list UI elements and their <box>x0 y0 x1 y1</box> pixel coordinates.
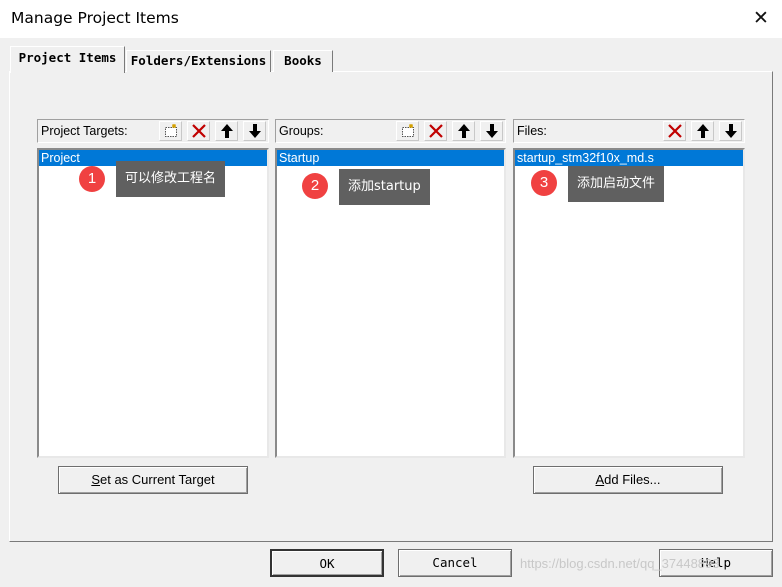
move-up-icon[interactable] <box>691 121 714 141</box>
annotation-badge: 3 <box>531 170 557 196</box>
set-target-accel: S <box>91 472 100 487</box>
set-as-current-target-button[interactable]: Set as Current Target <box>58 466 248 494</box>
delete-icon[interactable] <box>663 121 686 141</box>
tab-project-items[interactable]: Project Items <box>10 46 125 73</box>
add-files-label: dd Files... <box>604 472 661 487</box>
ok-button[interactable]: OK <box>270 549 384 577</box>
tab-folders-extensions[interactable]: Folders/Extensions <box>126 50 271 72</box>
list-item[interactable]: startup_stm32f10x_md.s <box>515 150 743 166</box>
move-down-icon[interactable] <box>480 121 503 141</box>
new-icon[interactable] <box>396 121 419 141</box>
add-files-accel: A <box>595 472 605 487</box>
cancel-button[interactable]: Cancel <box>398 549 512 577</box>
move-down-icon[interactable] <box>243 121 266 141</box>
targets-header: Project Targets: <box>37 119 269 143</box>
new-icon[interactable] <box>159 121 182 141</box>
move-up-icon[interactable] <box>215 121 238 141</box>
window-title: Manage Project Items <box>11 9 179 27</box>
add-files-button[interactable]: Add Files... <box>533 466 723 494</box>
annotation-badge: 2 <box>302 173 328 199</box>
annotation-tooltip: 添加startup <box>339 169 430 205</box>
close-icon[interactable]: ✕ <box>749 6 773 30</box>
groups-label: Groups: <box>279 124 324 138</box>
delete-icon[interactable] <box>424 121 447 141</box>
list-item[interactable]: Startup <box>277 150 504 166</box>
files-header: Files: <box>513 119 745 143</box>
targets-label: Project Targets: <box>41 124 128 138</box>
annotation-badge: 1 <box>79 166 105 192</box>
watermark: https://blog.csdn.net/qq_37448893 <box>520 556 720 571</box>
annotation-tooltip: 可以修改工程名 <box>116 161 226 197</box>
groups-header: Groups: <box>275 119 506 143</box>
tab-books[interactable]: Books <box>273 50 333 72</box>
set-target-label: et as Current Target <box>100 472 215 487</box>
annotation-tooltip: 添加启动文件 <box>568 166 665 202</box>
move-up-icon[interactable] <box>452 121 475 141</box>
files-label: Files: <box>517 124 547 138</box>
move-down-icon[interactable] <box>719 121 742 141</box>
delete-icon[interactable] <box>187 121 210 141</box>
